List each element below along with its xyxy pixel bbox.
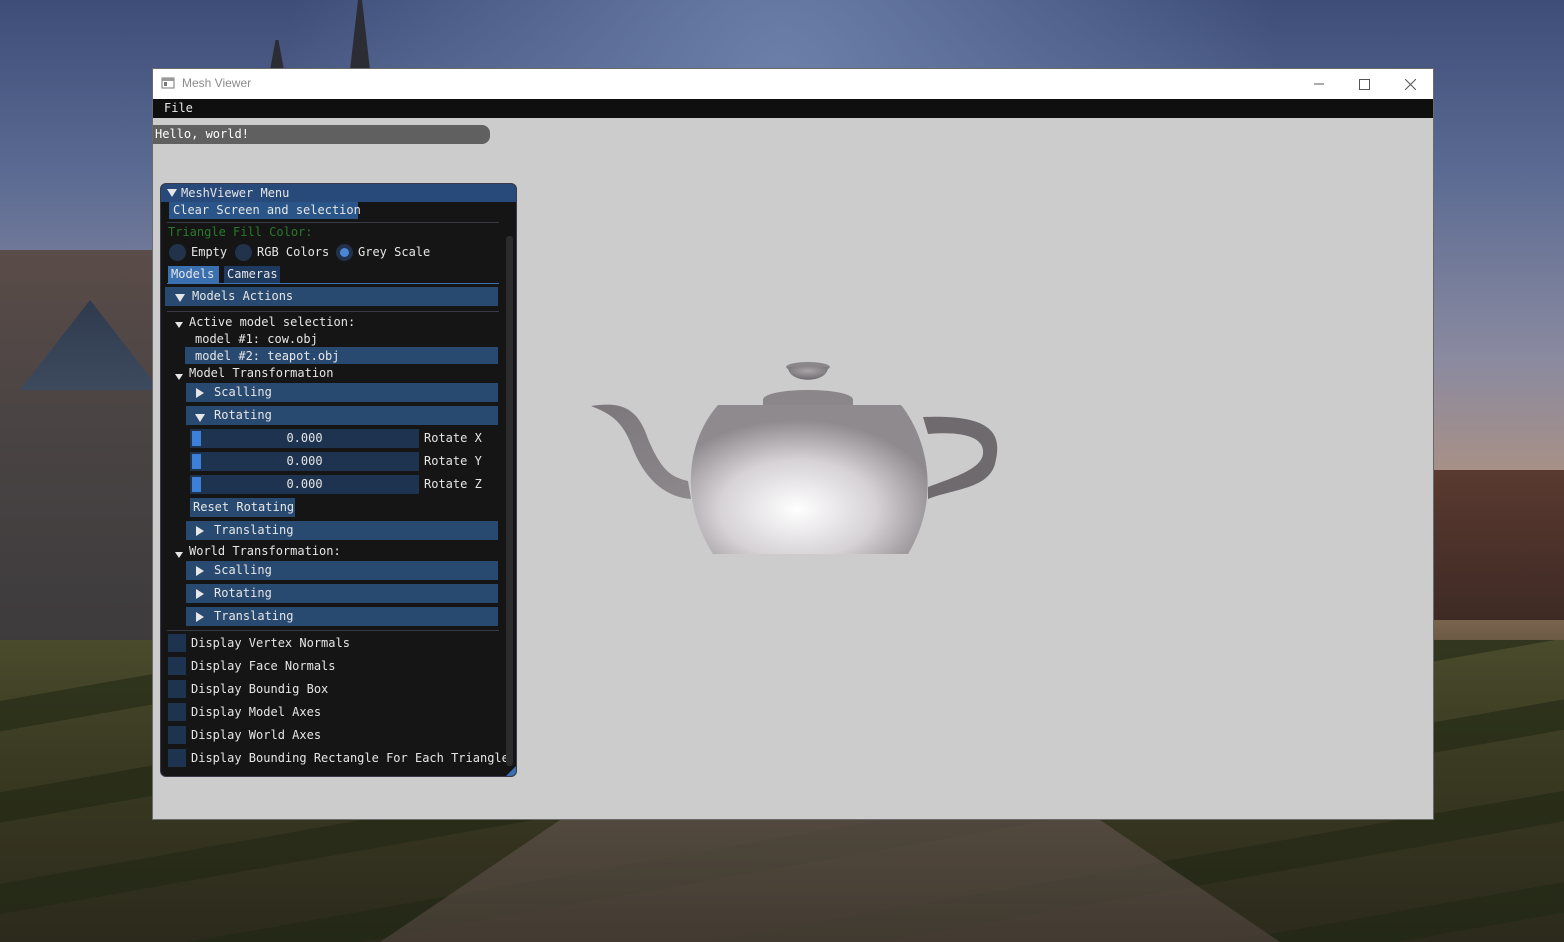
separator	[167, 630, 499, 631]
world-translating-label: Translating	[214, 609, 294, 623]
model-scalling-header[interactable]: Scalling	[186, 383, 498, 402]
menu-bar: File	[153, 99, 1433, 118]
reset-rotating-button[interactable]: Reset Rotating	[190, 498, 295, 517]
close-button[interactable]	[1387, 69, 1433, 99]
rotate-z-slider[interactable]: 0.000	[190, 475, 419, 494]
clear-screen-button[interactable]: Clear Screen and selection	[169, 202, 361, 219]
radio-rgb-colors[interactable]	[235, 244, 252, 261]
checkbox-vertex-normals-label: Display Vertex Normals	[191, 636, 350, 650]
title-bar[interactable]: Mesh Viewer	[153, 69, 1433, 99]
checkbox-model-axes-label: Display Model Axes	[191, 705, 322, 719]
chevron-down-icon[interactable]	[175, 317, 183, 331]
checkbox-bounding-rectangle[interactable]	[168, 749, 186, 767]
model-translating-header[interactable]: Translating	[186, 521, 498, 540]
rotate-y-slider[interactable]: 0.000	[190, 452, 419, 471]
model-rotating-label: Rotating	[214, 408, 272, 422]
rotate-z-value: 0.000	[286, 477, 323, 491]
background-spire	[270, 40, 284, 70]
world-scalling-header[interactable]: Scalling	[186, 561, 498, 580]
app-icon	[161, 77, 175, 89]
panel-title: MeshViewer Menu	[181, 186, 290, 200]
world-scalling-label: Scalling	[214, 563, 272, 577]
meshviewer-menu-panel: MeshViewer Menu Clear Screen and selecti…	[160, 183, 517, 777]
teapot-render	[591, 362, 998, 554]
separator	[167, 311, 499, 312]
collapse-arrow-icon[interactable]	[167, 186, 177, 200]
model-scalling-label: Scalling	[214, 385, 272, 399]
rotate-z-label: Rotate Z	[424, 477, 482, 491]
chevron-right-icon	[196, 525, 204, 539]
rotate-y-label: Rotate Y	[424, 454, 482, 468]
checkbox-world-axes[interactable]	[168, 726, 186, 744]
close-icon	[1404, 78, 1416, 90]
clear-screen-label: Clear Screen and selection	[173, 203, 361, 217]
rotate-x-label: Rotate X	[424, 431, 482, 445]
radio-grey-scale[interactable]	[336, 244, 353, 261]
separator	[167, 222, 499, 223]
rotate-y-value: 0.000	[286, 454, 323, 468]
checkbox-vertex-normals[interactable]	[168, 634, 186, 652]
tab-cameras-label: Cameras	[227, 267, 278, 281]
checkbox-model-axes[interactable]	[168, 703, 186, 721]
tab-underline	[167, 283, 499, 284]
model-translating-label: Translating	[214, 523, 294, 537]
radio-grey-label: Grey Scale	[358, 245, 431, 259]
checkbox-bounding-rectangle-label: Display Bounding Rectangle For Each Tria…	[191, 751, 509, 765]
menu-file[interactable]: File	[164, 101, 193, 115]
tab-models-label: Models	[171, 267, 215, 281]
models-actions-label: Models Actions	[192, 289, 294, 303]
checkbox-face-normals[interactable]	[168, 657, 186, 675]
background-house	[1433, 470, 1564, 620]
model-transformation-label: Model Transformation	[189, 366, 334, 380]
checkbox-face-normals-label: Display Face Normals	[191, 659, 336, 673]
window-title: Mesh Viewer	[182, 76, 252, 90]
chevron-right-icon	[196, 611, 204, 625]
tab-cameras[interactable]: Cameras	[224, 266, 280, 283]
world-transformation-label: World Transformation:	[189, 544, 341, 558]
radio-rgb-label: RGB Colors	[257, 245, 330, 259]
model-item-teapot[interactable]: model #2: teapot.obj	[185, 347, 498, 364]
model-item-teapot-label: model #2: teapot.obj	[195, 349, 340, 363]
chevron-right-icon	[196, 588, 204, 602]
chevron-down-icon	[175, 291, 185, 305]
maximize-icon	[1358, 78, 1370, 90]
checkbox-world-axes-label: Display World Axes	[191, 728, 322, 742]
world-rotating-header[interactable]: Rotating	[186, 584, 498, 603]
chevron-right-icon	[196, 565, 204, 579]
radio-empty-label: Empty	[191, 245, 228, 259]
model-item-cow[interactable]: model #1: cow.obj	[195, 332, 318, 346]
model-rotating-header[interactable]: Rotating	[186, 406, 498, 425]
fill-color-label: Triangle Fill Color:	[168, 225, 313, 239]
chevron-down-icon[interactable]	[175, 547, 183, 561]
checkbox-bounding-box-label: Display Boundig Box	[191, 682, 329, 696]
world-rotating-label: Rotating	[214, 586, 272, 600]
status-text: Hello, world!	[155, 127, 249, 141]
reset-rotating-label: Reset Rotating	[193, 500, 295, 514]
resize-grip[interactable]	[506, 766, 516, 776]
radio-empty[interactable]	[169, 244, 186, 261]
chevron-down-icon[interactable]	[175, 369, 183, 383]
panel-scrollbar[interactable]	[506, 236, 513, 766]
rotate-x-value: 0.000	[286, 431, 323, 445]
world-translating-header[interactable]: Translating	[186, 607, 498, 626]
panel-title-bar[interactable]: MeshViewer Menu	[161, 184, 516, 202]
maximize-button[interactable]	[1341, 69, 1387, 99]
models-actions-header[interactable]: Models Actions	[165, 287, 498, 306]
minimize-button[interactable]	[1296, 69, 1342, 99]
checkbox-bounding-box[interactable]	[168, 680, 186, 698]
active-model-selection-label: Active model selection:	[189, 315, 356, 329]
background-spire	[350, 0, 370, 70]
status-bar: Hello, world!	[153, 125, 490, 144]
mesh-viewer-window: Mesh Viewer File Hello, world! MeshViewe…	[153, 69, 1433, 819]
rotate-x-slider[interactable]: 0.000	[190, 429, 419, 448]
chevron-right-icon	[196, 387, 204, 401]
tab-models[interactable]: Models	[168, 266, 219, 283]
chevron-down-icon	[195, 411, 205, 425]
minimize-icon	[1314, 83, 1324, 85]
